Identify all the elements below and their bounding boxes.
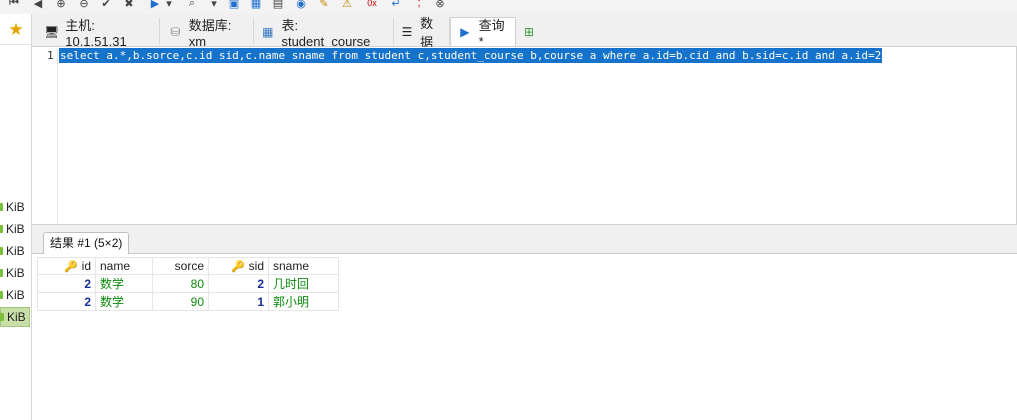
nav-first-icon[interactable]: ⏮ [8, 0, 20, 10]
tab-table[interactable]: ▦ 表: student_course [254, 18, 394, 49]
cell-name[interactable]: 数学 [95, 292, 153, 311]
table-icon[interactable]: ▤ [272, 0, 284, 10]
cell-sorce[interactable]: 80 [152, 274, 209, 293]
semicolon-icon[interactable]: ; [413, 0, 425, 10]
table-row[interactable]: 2 数学 90 1 郭小明 [37, 292, 339, 311]
dropdown-icon[interactable]: ▾ [163, 0, 175, 10]
nav-prev-icon[interactable]: ◀ [32, 0, 44, 10]
tab-host[interactable]: 🖥 主机: 10.1.51.31 [38, 18, 160, 49]
object-tree-panel: ★ KiB KiB KiB KiB KiB KiB [0, 14, 32, 420]
hex-icon[interactable]: 0x [366, 0, 378, 10]
add-row-icon[interactable]: ⊕ [55, 0, 67, 10]
star-icon[interactable]: ★ [6, 20, 26, 40]
cell-name[interactable]: 数学 [95, 274, 153, 293]
stop-icon[interactable]: ⊗ [434, 0, 446, 10]
wrap-icon[interactable]: ↵ [390, 0, 402, 10]
check-icon[interactable]: ✔ [100, 0, 112, 10]
cell-id[interactable]: 2 [37, 274, 96, 293]
tree-item-size[interactable]: KiB [0, 264, 28, 282]
line-number: 1 [47, 49, 54, 62]
key-icon: 🔑 [230, 261, 245, 273]
search-icon[interactable]: ⌕ [186, 0, 198, 10]
column-header-sname[interactable]: sname [268, 257, 339, 275]
tab-new-query[interactable]: ⊞ [518, 18, 546, 45]
users-icon[interactable]: ◉ [295, 0, 307, 10]
tab-database[interactable]: ⛁ 数据库: xm [162, 18, 254, 49]
column-header-name[interactable]: name [95, 257, 153, 275]
result-tab-bar: 结果 #1 (5×2) [32, 225, 1017, 254]
delete-row-icon[interactable]: ⊖ [78, 0, 90, 10]
tree-item-size-selected[interactable]: KiB [0, 307, 30, 327]
data-icon: ☰ [401, 24, 413, 39]
dropdown-icon[interactable]: ▾ [208, 0, 220, 10]
divider [0, 44, 31, 45]
warning-icon[interactable]: ⚠ [341, 0, 353, 10]
tab-query[interactable]: ▶ 查询* [450, 17, 516, 49]
tab-data[interactable]: ☰ 数据 [394, 16, 450, 50]
cell-sname[interactable]: 郭小明 [268, 292, 339, 311]
edit-icon[interactable]: ✎ [318, 0, 330, 10]
cell-sid[interactable]: 2 [208, 274, 269, 293]
table-header-row: 🔑 id name sorce 🔑 sid sname [37, 257, 339, 275]
table-row[interactable]: 2 数学 80 2 几时回 [37, 274, 339, 293]
host-icon: 🖥 [44, 24, 60, 39]
toolbar: ⏮ ◀ ⊕ ⊖ ✔ ✖ ▶ ▾ ⌕ ▾ ▣ ▦ ▤ ◉ ✎ ⚠ 0x ↵ ; ⊗ [0, 0, 1017, 14]
tree-item-size[interactable]: KiB [0, 198, 28, 216]
result-grid[interactable]: 🔑 id name sorce 🔑 sid sname 2 数学 80 2 几时回 … [32, 254, 1017, 420]
tree-item-size[interactable]: KiB [0, 242, 28, 260]
cell-sorce[interactable]: 90 [152, 292, 209, 311]
result-tab[interactable]: 结果 #1 (5×2) [43, 232, 130, 254]
sql-editor[interactable]: 1 select a.*,b.sorce,c.id sid,c.name sna… [32, 47, 1017, 225]
line-gutter: 1 [32, 47, 58, 224]
tree-item-size[interactable]: KiB [0, 286, 28, 304]
run-icon[interactable]: ▶ [149, 0, 161, 10]
sql-text-selected[interactable]: select a.*,b.sorce,c.id sid,c.name sname… [59, 48, 883, 63]
close-icon[interactable]: ✖ [123, 0, 135, 10]
tab-bar: 🖥 主机: 10.1.51.31 ⛁ 数据库: xm ▦ 表: student_… [32, 14, 1017, 50]
cell-sname[interactable]: 几时回 [268, 274, 339, 293]
grid-icon[interactable]: ▦ [250, 0, 262, 10]
main-area: 🖥 主机: 10.1.51.31 ⛁ 数据库: xm ▦ 表: student_… [32, 14, 1017, 420]
key-icon: 🔑 [63, 261, 78, 273]
table-icon: ▦ [262, 24, 274, 39]
column-header-sorce[interactable]: sorce [152, 257, 209, 275]
new-query-icon: ⊞ [524, 24, 535, 39]
result-table: 🔑 id name sorce 🔑 sid sname 2 数学 80 2 几时回 … [37, 257, 339, 311]
database-icon: ⛁ [170, 24, 181, 39]
tree-item-size[interactable]: KiB [0, 220, 28, 238]
save-icon[interactable]: ▣ [228, 0, 240, 10]
play-icon: ▶ [460, 25, 470, 39]
column-header-sid[interactable]: 🔑 sid [208, 257, 269, 275]
cell-sid[interactable]: 1 [208, 292, 269, 311]
cell-id[interactable]: 2 [37, 292, 96, 311]
column-header-id[interactable]: 🔑 id [37, 257, 96, 275]
